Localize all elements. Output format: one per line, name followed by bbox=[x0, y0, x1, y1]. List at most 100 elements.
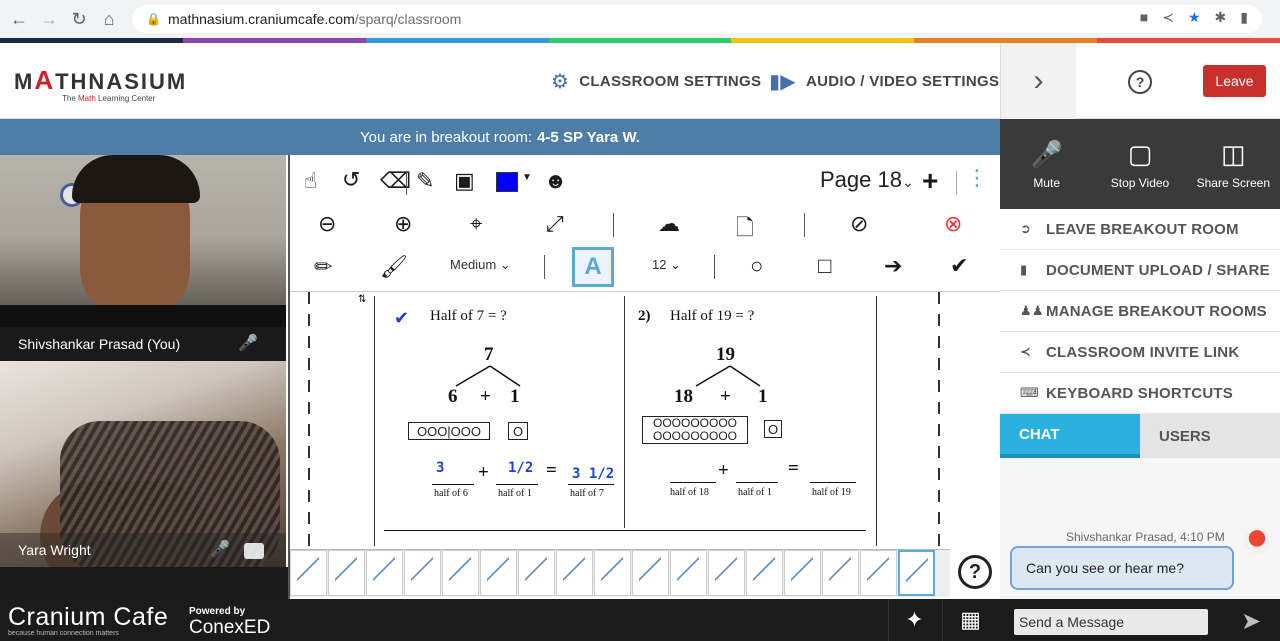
camera-indicator-icon[interactable]: ■ bbox=[1140, 9, 1148, 26]
classroom-settings-button[interactable]: ⚙ CLASSROOM SETTINGS bbox=[551, 69, 761, 94]
circle-shape-icon[interactable]: ○ bbox=[750, 253, 763, 279]
layout-grid-icon[interactable]: ▦ bbox=[942, 599, 998, 641]
edit-icon[interactable]: ✎ bbox=[416, 168, 434, 194]
sparkle-icon[interactable]: ✦ bbox=[888, 599, 940, 641]
clear-all-icon[interactable]: ⊗ bbox=[944, 211, 962, 237]
undo-icon[interactable]: ↺ bbox=[342, 167, 360, 193]
ban-icon[interactable]: ⊘ bbox=[850, 211, 868, 237]
extensions-icon[interactable]: ✱ bbox=[1215, 9, 1227, 26]
video-camera-icon: ▮▶ bbox=[769, 71, 796, 93]
video-tile-self[interactable]: Shivshankar Prasad (You) 🎤 bbox=[0, 155, 286, 361]
video-tile-student[interactable]: Yara Wright 🎤 bbox=[0, 361, 286, 567]
microphone-icon[interactable]: 🎤 bbox=[238, 333, 258, 353]
answer-line bbox=[432, 484, 474, 485]
share-screen-button[interactable]: ◫ Share Screen bbox=[1187, 119, 1280, 209]
font-size-select[interactable]: 12 ⌄ bbox=[652, 257, 681, 273]
zoom-out-icon[interactable]: ⊖ bbox=[318, 211, 336, 237]
audio-video-settings-button[interactable]: ▮▶ AUDIO / VIDEO SETTINGS bbox=[769, 69, 999, 94]
page-thumbnail[interactable] bbox=[366, 550, 403, 596]
crosshair-icon[interactable]: ⌖ bbox=[470, 211, 482, 237]
microphone-icon[interactable]: 🎤 bbox=[210, 539, 230, 559]
column-divider bbox=[624, 296, 625, 528]
send-icon[interactable]: ➤ bbox=[1236, 607, 1266, 635]
add-page-icon[interactable]: + bbox=[922, 165, 938, 197]
document-upload-item[interactable]: ▮ DOCUMENT UPLOAD / SHARE bbox=[1000, 250, 1280, 291]
chat-tabs: CHAT USERS bbox=[1000, 414, 1280, 458]
page-thumbnail[interactable] bbox=[404, 550, 441, 596]
page-thumbnail[interactable] bbox=[708, 550, 745, 596]
checkmark-icon[interactable]: ✔ bbox=[950, 253, 968, 279]
page-thumbnail[interactable] bbox=[328, 550, 365, 596]
forward-icon[interactable]: → bbox=[34, 4, 64, 34]
square-shape-icon[interactable]: □ bbox=[818, 253, 831, 279]
arrow-shape-icon[interactable]: ➔ bbox=[884, 253, 902, 279]
text-tool-button[interactable]: A bbox=[572, 247, 614, 287]
brush-icon[interactable]: 🖌 bbox=[380, 254, 408, 280]
hand-pointer-icon[interactable]: ☝ bbox=[304, 168, 317, 194]
bookmark-star-icon[interactable]: ★ bbox=[1188, 9, 1201, 26]
keyboard-shortcuts-item[interactable]: ⌨ KEYBOARD SHORTCUTS bbox=[1000, 373, 1280, 414]
page-thumbnail[interactable] bbox=[860, 550, 897, 596]
chevron-right-icon[interactable]: › bbox=[1001, 43, 1076, 119]
answer-line bbox=[736, 482, 778, 483]
bead-row: OOOOOOOOO bbox=[652, 429, 737, 443]
home-icon[interactable]: ⌂ bbox=[94, 4, 124, 34]
whiteboard[interactable]: ☝ ↺ ⌫ ✎ ▣ ▼ ☻ Page 18⌄ + ⋮ ⊖ ⊕ ⌖ ⤢ ☁ 🗋 ⊘… bbox=[288, 155, 1000, 599]
more-options-icon[interactable]: ⋮ bbox=[966, 165, 988, 191]
help-button[interactable]: ? bbox=[1128, 70, 1152, 94]
share-icon[interactable]: ≺ bbox=[1162, 9, 1174, 26]
resize-handle-icon[interactable]: ⇅ bbox=[358, 294, 366, 305]
back-icon[interactable]: ← bbox=[4, 4, 34, 34]
expand-icon[interactable]: ⤢ bbox=[546, 211, 564, 237]
whiteboard-help-icon[interactable]: ? bbox=[958, 555, 992, 589]
page-thumbnail[interactable] bbox=[632, 550, 669, 596]
page-thumbnail[interactable] bbox=[442, 550, 479, 596]
address-bar[interactable]: 🔒 mathnasium.craniumcafe.com/sparq/class… bbox=[132, 5, 1262, 33]
pen-color-swatch[interactable] bbox=[496, 172, 518, 192]
page-thumbnail[interactable] bbox=[594, 550, 631, 596]
page-thumbnail[interactable] bbox=[556, 550, 593, 596]
q1-label-c: half of 7 bbox=[570, 488, 604, 499]
chat-message-input[interactable] bbox=[1014, 609, 1208, 635]
tab-users[interactable]: USERS bbox=[1140, 414, 1280, 458]
margin-line bbox=[308, 292, 310, 549]
page-thumbnail[interactable] bbox=[290, 550, 327, 596]
cloud-upload-icon[interactable]: ☁ bbox=[658, 211, 680, 237]
right-header: › ? Leave bbox=[1000, 43, 1280, 119]
answer-line bbox=[810, 482, 856, 483]
sidebar-icon[interactable]: ▮ bbox=[1240, 9, 1248, 26]
fit-screen-icon[interactable]: ▣ bbox=[454, 168, 475, 194]
leave-breakout-room-item[interactable]: ➲ LEAVE BREAKOUT ROOM bbox=[1000, 209, 1280, 250]
right-border bbox=[876, 296, 877, 546]
page-thumbnail[interactable] bbox=[898, 550, 935, 596]
worksheet-page[interactable]: ⇅ ✔ Half of 7 = ? 7 6 + 1 OOO|OOO O 3 ha… bbox=[290, 291, 1000, 549]
microphone-icon: 🎤 bbox=[1030, 138, 1063, 169]
stroke-width-select[interactable]: Medium ⌄ bbox=[450, 257, 511, 273]
leave-button[interactable]: Leave bbox=[1203, 65, 1266, 97]
chat-bubble-icon[interactable] bbox=[244, 543, 264, 559]
page-thumbnail[interactable] bbox=[784, 550, 821, 596]
color-dropdown-icon[interactable]: ▼ bbox=[522, 172, 532, 183]
image-file-icon[interactable]: 🗋 bbox=[736, 211, 754, 249]
q1-plus-eq: + bbox=[478, 462, 489, 483]
classroom-invite-link-item[interactable]: ≺ CLASSROOM INVITE LINK bbox=[1000, 332, 1280, 373]
stop-video-button[interactable]: ▢ Stop Video bbox=[1093, 119, 1186, 209]
menu-label: MANAGE BREAKOUT ROOMS bbox=[1046, 302, 1267, 320]
mute-button[interactable]: 🎤 Mute bbox=[1000, 119, 1093, 209]
page-thumbnail[interactable] bbox=[480, 550, 517, 596]
page-thumbnail[interactable] bbox=[518, 550, 555, 596]
page-thumbnail[interactable] bbox=[746, 550, 783, 596]
page-thumbnail[interactable] bbox=[670, 550, 707, 596]
pencil-icon[interactable]: ✏ bbox=[314, 254, 332, 280]
reload-icon[interactable]: ↻ bbox=[64, 4, 94, 34]
user-edit-icon[interactable]: ☻ bbox=[544, 168, 567, 194]
manage-breakout-rooms-item[interactable]: ♟♟ MANAGE BREAKOUT ROOMS bbox=[1000, 291, 1280, 332]
q2-left-part: 18 bbox=[674, 386, 693, 407]
zoom-in-icon[interactable]: ⊕ bbox=[394, 211, 412, 237]
breakout-room-name: 4-5 SP Yara W. bbox=[537, 128, 640, 146]
tab-chat[interactable]: CHAT bbox=[1000, 414, 1140, 458]
app-header: MATHNASIUM The Math Learning Center ⚙ CL… bbox=[0, 43, 1000, 119]
page-thumbnail[interactable] bbox=[822, 550, 859, 596]
q1-right-part: 1 bbox=[510, 386, 520, 407]
page-selector[interactable]: Page 18⌄ bbox=[820, 167, 914, 193]
